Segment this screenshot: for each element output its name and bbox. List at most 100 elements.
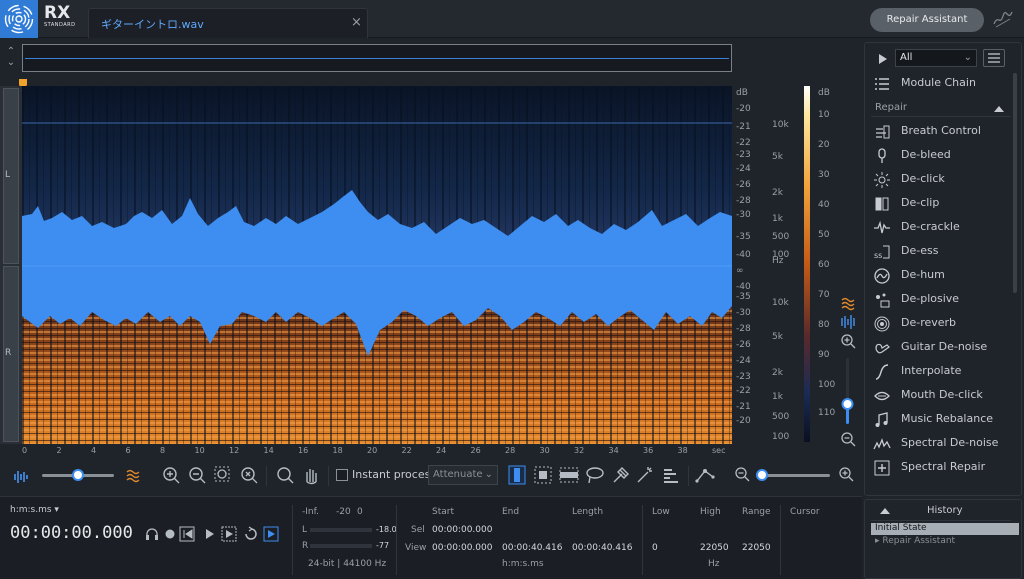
meter-l-label: L — [302, 525, 308, 535]
horizontal-zoom-thumb[interactable] — [756, 469, 768, 481]
db-scale-tick: -35 — [736, 292, 751, 302]
hz-scale-tick: 1k — [772, 392, 783, 402]
color-scale-tick: 50 — [818, 230, 830, 240]
spectrogram-graphic — [22, 86, 732, 444]
module-item-spectral-repair[interactable]: Spectral Repair — [873, 457, 1013, 479]
start-header: Start — [432, 507, 454, 517]
module-item-music-rebalance[interactable]: Music Rebalance — [873, 409, 1013, 431]
view-start-value[interactable]: 00:00:00.000 — [432, 543, 492, 553]
instant-process-checkbox[interactable] — [336, 469, 348, 481]
meter-left-peak: -18.0 — [376, 525, 397, 534]
frequency-selection-icon[interactable] — [558, 464, 580, 486]
meter-m20-label: -20 — [336, 507, 351, 517]
db-scale-tick: -21 — [736, 122, 751, 132]
magic-wand-icon[interactable] — [634, 464, 656, 486]
db-scale: dB -20 -21 -22 -23 -24 -26 -28 -30 -35 -40 ∞ -40 -35-… — [732, 86, 768, 444]
module-item-de-plosive[interactable]: De-plosive — [873, 289, 1013, 311]
module-item-de-ess[interactable]: ss De-ess — [873, 241, 1013, 263]
time-ruler-tick: 30 — [539, 446, 550, 455]
meter-inf-label: -Inf. — [302, 507, 319, 517]
zoom-tool-icon[interactable] — [274, 464, 296, 486]
waveform-overview[interactable] — [22, 44, 732, 72]
zoom-out-icon[interactable] — [186, 464, 208, 486]
color-scale-bar[interactable] — [804, 86, 810, 442]
zoom-selection-icon[interactable] — [212, 464, 234, 486]
harmonic-selection-icon[interactable] — [660, 464, 682, 486]
db-scale-tick: -28 — [736, 324, 751, 334]
module-item-de-reverb[interactable]: De-reverb — [873, 313, 1013, 335]
high-value[interactable]: 22050 — [700, 543, 729, 553]
history-item-repair-assistant[interactable]: ▸ Repair Assistant — [871, 536, 1019, 548]
db-scale-tick: -26 — [736, 340, 751, 350]
zoom-fit-icon[interactable] — [238, 464, 260, 486]
module-item-breath-control[interactable]: Breath Control — [873, 121, 1013, 143]
sel-start-value[interactable]: 00:00:00.000 — [432, 525, 492, 535]
menu-icon[interactable] — [983, 49, 1005, 67]
signature-icon[interactable] — [992, 8, 1014, 30]
module-item-guitar-de-noise[interactable]: Guitar De-noise — [873, 337, 1013, 359]
zoom-in-icon[interactable] — [160, 464, 182, 486]
module-item-de-crackle[interactable]: De-crackle — [873, 217, 1013, 239]
time-ruler-tick: 2 — [56, 446, 62, 455]
mouth-de-click-icon — [874, 391, 890, 401]
tab-close-button[interactable]: × — [351, 15, 362, 30]
music-rebalance-icon — [875, 412, 888, 427]
repair-assistant-button[interactable]: Repair Assistant — [870, 8, 984, 32]
instant-process-mode-select[interactable]: Attenuate ⌄ — [428, 465, 498, 485]
file-tab[interactable]: ギターイントロ.wav × — [88, 8, 368, 38]
history-collapse-icon[interactable] — [879, 506, 891, 515]
range-header: Range — [742, 507, 771, 517]
view-end-value[interactable]: 00:00:40.416 — [502, 543, 562, 553]
time-ruler-tick: 18 — [332, 446, 343, 455]
channel-strip: L R — [0, 86, 22, 444]
time-ruler-tick: 0 — [22, 446, 28, 455]
play-chain-icon[interactable] — [877, 53, 889, 65]
headphones-icon — [146, 528, 158, 540]
horizontal-zoom-out-icon[interactable] — [734, 466, 752, 484]
time-selection-tool-icon[interactable] — [506, 464, 528, 486]
history-item-initial-state[interactable]: Initial State — [871, 523, 1019, 535]
izotope-logo-icon — [0, 0, 38, 38]
svg-text:ss: ss — [874, 251, 882, 260]
time-format-select[interactable]: h:m:s.ms ▾ — [10, 505, 59, 515]
time-unit-label: h:m:s.ms — [502, 559, 544, 569]
time-ruler-tick: 24 — [436, 446, 447, 455]
meter-zero-label: 0 — [357, 507, 363, 517]
module-item-spectral-de-noise[interactable]: Spectral De-noise — [873, 433, 1013, 455]
repair-section-header[interactable]: Repair — [871, 101, 1011, 117]
module-item-de-click[interactable]: De-click — [873, 169, 1013, 191]
time-ruler[interactable]: 0 2 4 6 8 10 12 14 16 18 20 22 24 26 28 30 32 34 36 38 sec — [22, 444, 738, 458]
low-value[interactable]: 0 — [652, 543, 658, 553]
horizontal-zoom-in-icon[interactable] — [838, 466, 856, 484]
time-ruler-tick: sec — [712, 446, 726, 455]
time-frequency-selection-icon[interactable] — [532, 464, 554, 486]
view-length-value[interactable]: 00:00:40.416 — [572, 543, 632, 553]
opacity-slider-thumb[interactable] — [72, 469, 84, 481]
collapse-section-icon[interactable] — [993, 104, 1005, 113]
range-value[interactable]: 22050 — [742, 543, 771, 553]
spectrogram-waveform-display[interactable] — [22, 86, 732, 444]
lasso-tool-icon[interactable] — [584, 464, 606, 486]
waveform-toggle-icon[interactable] — [12, 466, 32, 486]
module-item-de-clip[interactable]: De-clip — [873, 193, 1013, 215]
module-list-scrollbar[interactable] — [1013, 73, 1017, 293]
module-chain-item[interactable]: Module Chain — [873, 73, 1013, 95]
spectrogram-toggle-icon[interactable] — [124, 466, 144, 486]
time-ruler-tick: 34 — [608, 446, 619, 455]
loop-icon — [245, 526, 257, 540]
hand-tool-icon[interactable] — [300, 464, 322, 486]
de-plosive-icon — [876, 293, 890, 308]
overview-collapse-icon[interactable]: ⌃ ⌄ — [4, 46, 18, 70]
module-item-de-hum[interactable]: De-hum — [873, 265, 1013, 287]
module-filter-select[interactable]: All ⌄ — [895, 49, 977, 67]
module-item-mouth-de-click[interactable]: Mouth De-click — [873, 385, 1013, 407]
brush-tool-icon[interactable] — [610, 464, 632, 486]
low-header: Low — [652, 507, 670, 517]
hz-scale-tick: 1k — [772, 214, 783, 224]
module-item-interpolate[interactable]: Interpolate — [873, 361, 1013, 383]
module-item-de-bleed[interactable]: De-bleed — [873, 145, 1013, 167]
time-ruler-tick: 8 — [160, 446, 166, 455]
meter-right-bar — [310, 544, 372, 548]
time-ruler-tick: 4 — [91, 446, 97, 455]
volume-curve-icon[interactable] — [694, 464, 716, 486]
